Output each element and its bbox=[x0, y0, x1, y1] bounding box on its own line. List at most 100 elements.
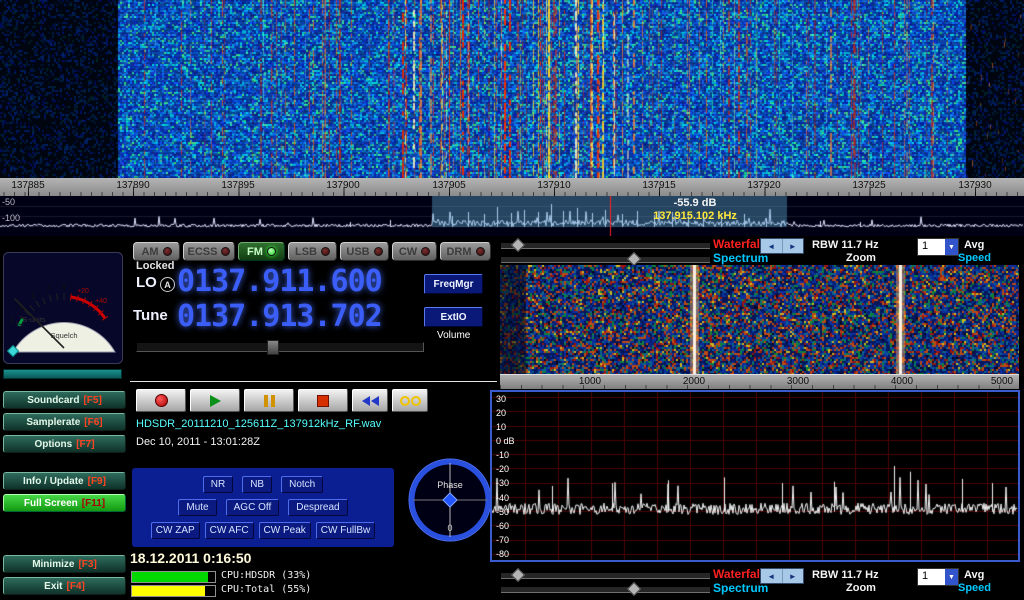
cw-zap-button[interactable]: CW ZAP bbox=[151, 522, 200, 539]
scale-label: 2000 bbox=[683, 376, 705, 387]
rbw-label: RBW 11.7 Hz bbox=[812, 569, 879, 581]
mode-ecss-button[interactable]: ECSS bbox=[183, 242, 235, 261]
freq-tick-label: 137890 bbox=[116, 180, 149, 191]
shift-right-button[interactable]: ► bbox=[783, 569, 804, 583]
cw-fullbw-button[interactable]: CW FullBw bbox=[316, 522, 375, 539]
zoom-label: Zoom bbox=[846, 252, 876, 264]
frequency-ruler[interactable]: 137885 137890 137895 137900 137905 13791… bbox=[0, 178, 1024, 196]
top-waterfall-slider[interactable] bbox=[501, 242, 710, 249]
main-spectrum-display[interactable]: -50 -100 -55.9 dB 137.915.102 kHz bbox=[0, 196, 1024, 236]
meter-tick: 7 bbox=[46, 285, 51, 294]
loop-button[interactable] bbox=[392, 389, 428, 412]
zoom-waterfall-display[interactable] bbox=[500, 265, 1019, 374]
exit-button[interactable]: Exit [F4] bbox=[3, 577, 126, 595]
mode-led-icon bbox=[163, 247, 172, 256]
zoom-label: Zoom bbox=[846, 582, 876, 594]
zoom-spectrum-canvas bbox=[492, 392, 1018, 560]
mode-cw-button[interactable]: CW bbox=[392, 242, 437, 261]
despread-button[interactable]: Despread bbox=[288, 499, 347, 516]
options-button[interactable]: Options [F7] bbox=[3, 435, 126, 453]
mode-led-icon bbox=[221, 247, 230, 256]
top-speed-combobox[interactable]: 1 ▼ bbox=[917, 238, 959, 256]
playback-controls bbox=[136, 389, 428, 412]
minimize-button[interactable]: Minimize [F3] bbox=[3, 555, 126, 573]
play-button[interactable] bbox=[190, 389, 240, 412]
button-label: Minimize bbox=[32, 559, 74, 570]
bottom-speed-combobox[interactable]: 1 ▼ bbox=[917, 568, 959, 586]
button-label: Samplerate bbox=[26, 417, 80, 428]
mode-led-icon bbox=[476, 247, 485, 256]
shift-right-button[interactable]: ► bbox=[783, 239, 804, 253]
main-waterfall-display[interactable] bbox=[0, 0, 1024, 178]
tune-frequency-display[interactable]: 0137.913.702 bbox=[177, 299, 382, 334]
stop-button[interactable] bbox=[298, 389, 348, 412]
hdsdr-app: 137885 137890 137895 137900 137905 13791… bbox=[0, 0, 1024, 600]
divider bbox=[130, 381, 497, 382]
rewind-button[interactable] bbox=[352, 389, 388, 412]
slider-thumb[interactable] bbox=[511, 568, 525, 582]
record-button[interactable] bbox=[136, 389, 186, 412]
freqmgr-button[interactable]: FreqMgr bbox=[424, 274, 483, 294]
cpu-total-label: CPU:Total (55%) bbox=[221, 584, 311, 595]
nb-button[interactable]: NB bbox=[242, 476, 272, 493]
bottom-waterfall-slider[interactable] bbox=[501, 572, 710, 579]
samplerate-button[interactable]: Samplerate [F6] bbox=[3, 413, 126, 431]
mode-fm-button[interactable]: FM bbox=[238, 242, 285, 261]
fkey-label: [F9] bbox=[88, 476, 106, 487]
wav-filename: HDSDR_20111210_125611Z_137912kHz_RF.wav bbox=[136, 418, 381, 430]
zoom-waterfall-scale[interactable]: 1000 2000 3000 4000 5000 bbox=[500, 374, 1019, 389]
cpu-total-bar bbox=[131, 585, 216, 597]
cw-afc-button[interactable]: CW AFC bbox=[205, 522, 254, 539]
waterfall-label: Waterfall bbox=[713, 237, 763, 251]
extio-button[interactable]: ExtIO bbox=[424, 307, 483, 327]
volume-slider-thumb[interactable] bbox=[267, 340, 279, 355]
tune-label: Tune bbox=[133, 307, 168, 324]
lo-frequency-display[interactable]: 0137.911.600 bbox=[177, 264, 382, 299]
mode-lsb-button[interactable]: LSB bbox=[288, 242, 337, 261]
speed-label: Speed bbox=[958, 252, 991, 264]
mode-drm-button[interactable]: DRM bbox=[440, 242, 491, 261]
soundcard-button[interactable]: Soundcard [F5] bbox=[3, 391, 126, 409]
button-label: Soundcard bbox=[27, 395, 79, 406]
loop-icon bbox=[400, 396, 421, 406]
db-scale-label: -50 bbox=[2, 197, 15, 207]
fkey-label: [F4] bbox=[67, 581, 85, 592]
dropdown-arrow-icon[interactable]: ▼ bbox=[945, 569, 958, 585]
freq-tick-label: 137905 bbox=[432, 180, 465, 191]
fullscreen-button[interactable]: Full Screen [F11] bbox=[3, 494, 126, 512]
agc-off-button[interactable]: AGC Off bbox=[226, 499, 280, 516]
mode-label: USB bbox=[346, 246, 369, 258]
meter-tick: 1 bbox=[10, 316, 15, 325]
volume-label: Volume bbox=[437, 330, 470, 341]
avg-label: Avg bbox=[964, 569, 984, 581]
squelch-level-bar[interactable] bbox=[3, 369, 122, 379]
mute-button[interactable]: Mute bbox=[178, 499, 216, 516]
bottom-spectrum-slider[interactable] bbox=[501, 586, 710, 593]
notch-button[interactable]: Notch bbox=[281, 476, 323, 493]
info-update-button[interactable]: Info / Update [F9] bbox=[3, 472, 126, 490]
mode-led-icon bbox=[421, 247, 430, 256]
volume-slider[interactable] bbox=[136, 342, 424, 352]
mode-label: CW bbox=[399, 246, 417, 258]
nr-button[interactable]: NR bbox=[203, 476, 233, 493]
stop-icon bbox=[317, 395, 329, 407]
slider-thumb[interactable] bbox=[627, 582, 641, 596]
zoom-spectrum-display[interactable]: 302010 0 dB-10-20 -30-40-50 -60-70-80 bbox=[490, 390, 1020, 562]
mode-label: DRM bbox=[446, 246, 471, 258]
phase-zero-label: 0 bbox=[447, 523, 452, 533]
dropdown-arrow-icon[interactable]: ▼ bbox=[945, 239, 958, 255]
mode-usb-button[interactable]: USB bbox=[340, 242, 389, 261]
cursor-readout: -55.9 dB 137.915.102 kHz bbox=[605, 197, 785, 223]
slider-thumb[interactable] bbox=[627, 252, 641, 266]
lo-mode-badge[interactable]: A bbox=[160, 277, 175, 292]
top-spectrum-slider[interactable] bbox=[501, 256, 710, 263]
pause-button[interactable] bbox=[244, 389, 294, 412]
mode-label: ECSS bbox=[188, 246, 218, 258]
meter-tick: 9 bbox=[62, 283, 67, 292]
record-icon bbox=[155, 394, 168, 407]
freq-tick-label: 137925 bbox=[852, 180, 885, 191]
cw-peak-button[interactable]: CW Peak bbox=[259, 522, 311, 539]
datetime-display: 18.12.2011 0:16:50 bbox=[130, 550, 251, 566]
slider-thumb[interactable] bbox=[511, 238, 525, 252]
mode-am-button[interactable]: AM bbox=[133, 242, 180, 261]
